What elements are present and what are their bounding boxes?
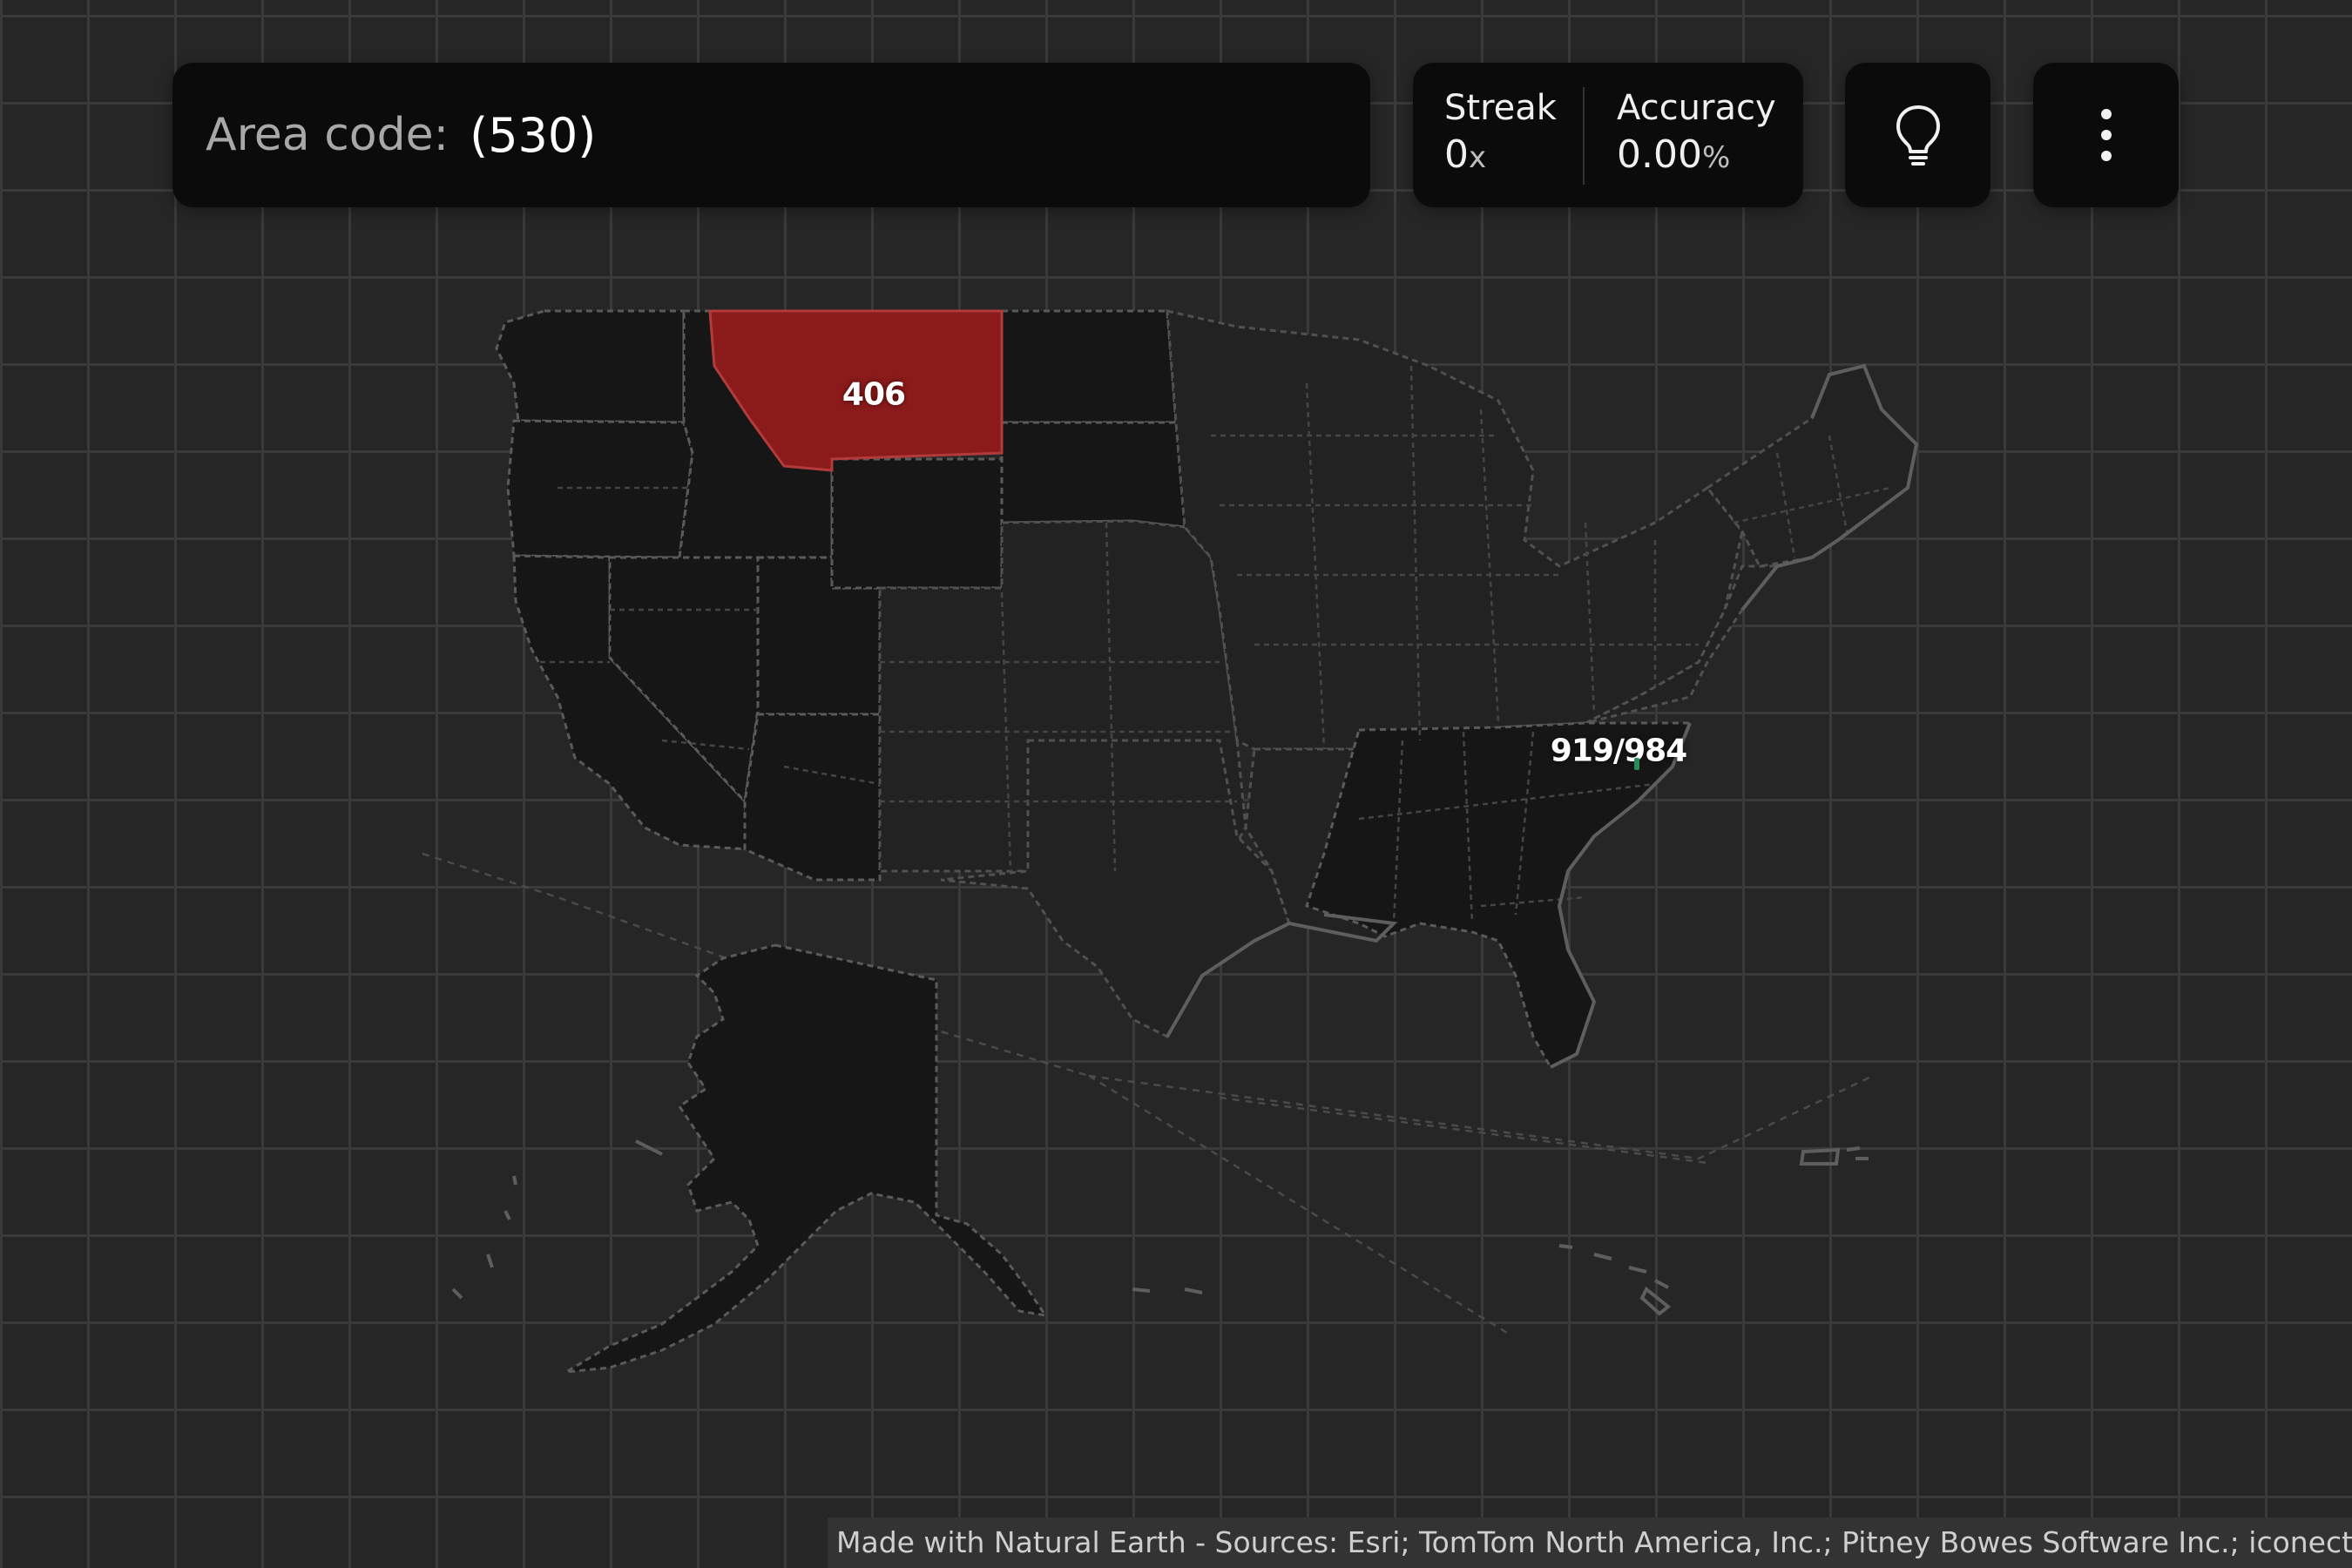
- state-wyoming[interactable]: [830, 457, 1004, 590]
- more-vertical-icon: [2100, 109, 2112, 161]
- region-southeast[interactable]: [1305, 721, 1693, 1069]
- accuracy-label: Accuracy: [1617, 88, 1776, 128]
- region-midwest[interactable]: [1166, 309, 1744, 751]
- stats-divider: [1583, 87, 1585, 185]
- state-north-dakota[interactable]: [1000, 309, 1178, 424]
- state-hawaii[interactable]: [1558, 1244, 1672, 1316]
- accuracy-value: 0.00: [1617, 132, 1702, 177]
- streak-stat: Streak 0x: [1444, 87, 1557, 179]
- streak-value-row: 0x: [1444, 132, 1557, 179]
- guide-line-c: [1088, 1074, 1508, 1335]
- hint-button[interactable]: [1845, 63, 1990, 207]
- state-arizona[interactable]: [743, 713, 882, 882]
- state-south-dakota[interactable]: [1000, 421, 1186, 529]
- streak-unit: x: [1469, 140, 1487, 175]
- area-code-prompt: Area code: (530): [172, 63, 1370, 207]
- territory-puerto-rico[interactable]: [1799, 1146, 1869, 1166]
- area-code-label: Area code:: [206, 109, 449, 161]
- label-montana-area-code: 406: [841, 376, 906, 413]
- us-area-code-map[interactable]: [0, 0, 2352, 1568]
- accuracy-unit: %: [1701, 140, 1731, 175]
- stats-panel: Streak 0x Accuracy 0.00%: [1413, 63, 1803, 207]
- streak-label: Streak: [1444, 88, 1557, 128]
- state-alaska[interactable]: [565, 943, 1049, 1374]
- accuracy-stat: Accuracy 0.00%: [1617, 87, 1776, 179]
- target-marker: [1634, 758, 1639, 770]
- state-oregon[interactable]: [506, 419, 694, 559]
- guide-line-d: [1219, 1096, 1708, 1165]
- map-attribution: Made with Natural Earth - Sources: Esri;…: [828, 1517, 2352, 1568]
- area-code-value: (530): [470, 107, 597, 163]
- label-north-carolina-area-code: 919/984: [1550, 733, 1687, 769]
- hawaii-inset-guide: [1088, 1074, 1874, 1160]
- lightbulb-icon: [1896, 105, 1940, 166]
- more-menu-button[interactable]: [2033, 63, 2179, 207]
- accuracy-value-row: 0.00%: [1617, 132, 1776, 179]
- streak-value: 0: [1444, 132, 1469, 177]
- state-washington[interactable]: [495, 309, 686, 424]
